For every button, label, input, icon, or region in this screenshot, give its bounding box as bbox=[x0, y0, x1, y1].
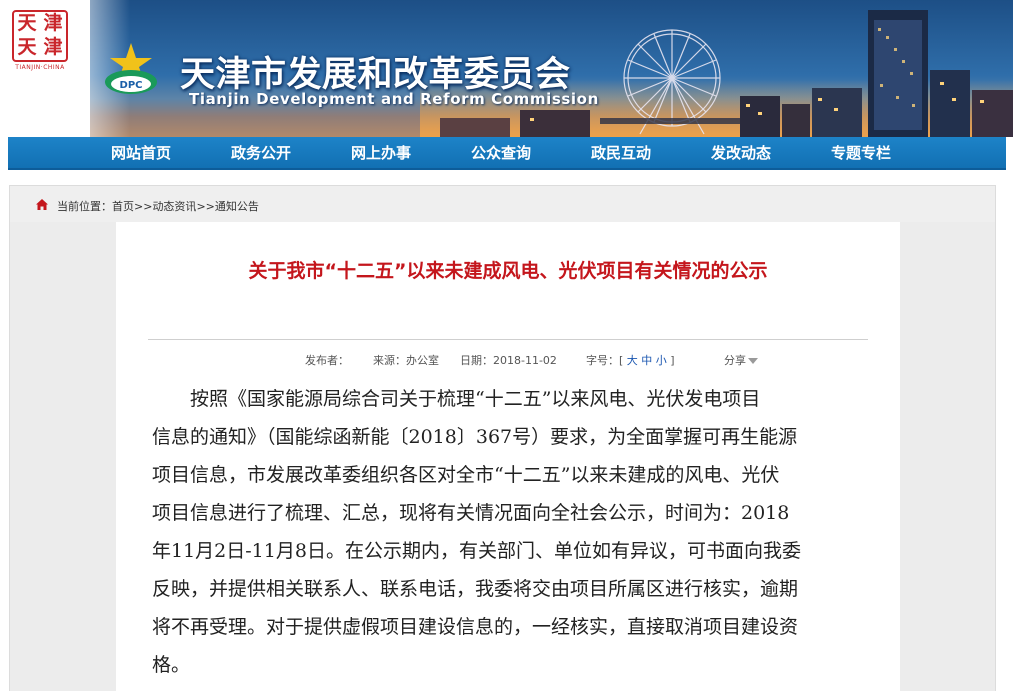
article-title: 关于我市“十二五”以来未建成风电、光伏项目有关情况的公示 bbox=[248, 260, 768, 282]
article-paragraph-line: 反映，并提供相关联系人、联系电话，我委将交由项目所属区进行核实，逾期 bbox=[152, 578, 799, 600]
nav-item-government-affairs[interactable]: 政务公开 bbox=[216, 137, 306, 170]
seal-caption: TIANJIN·CHINA bbox=[15, 64, 65, 71]
nav-item-public-query[interactable]: 公众查询 bbox=[456, 137, 546, 170]
breadcrumb: 当前位置：首页>>动态资讯>>通知公告 bbox=[57, 198, 259, 214]
article-paragraph-line: 将不再受理。对于提供虚假项目建设信息的，一经核实，直接取消项目建设资 bbox=[152, 616, 799, 638]
breadcrumb-home-link[interactable]: 首页 bbox=[112, 200, 134, 213]
article-paragraph-line: 项目信息进行了梳理、汇总，现将有关情况面向全社会公示，时间为：2018 bbox=[152, 502, 790, 524]
font-size-large-link[interactable]: 大 bbox=[627, 354, 638, 367]
nav-item-online-services[interactable]: 网上办事 bbox=[336, 137, 426, 170]
header-banner: 天 津 天 津 TIANJIN·CHINA DPC 天津市发展和改革委员会 Ti… bbox=[0, 0, 1013, 137]
breadcrumb-separator: >> bbox=[134, 200, 153, 213]
meta-publisher-label: 发布者： bbox=[305, 354, 349, 367]
main-nav: 网站首页 政务公开 网上办事 公众查询 政民互动 发改动态 专题专栏 bbox=[8, 137, 1006, 170]
share-button[interactable]: 分享 bbox=[724, 352, 758, 368]
article-body: 按照《国家能源局综合司关于梳理“十二五”以来风电、光伏发电项目 信息的通知》（国… bbox=[152, 380, 874, 684]
chevron-down-icon bbox=[748, 358, 758, 364]
svg-text:DPC: DPC bbox=[120, 80, 143, 91]
article-paragraph-line: 格。 bbox=[152, 654, 191, 676]
breadcrumb-current-link[interactable]: 通知公告 bbox=[215, 200, 259, 213]
nav-item-interaction[interactable]: 政民互动 bbox=[576, 137, 666, 170]
font-size-small-link[interactable]: 小 bbox=[656, 354, 667, 367]
article-paragraph-line: 按照《国家能源局综合司关于梳理“十二五”以来风电、光伏发电项目 bbox=[190, 388, 761, 410]
meta-date-value: 2018-11-02 bbox=[493, 354, 557, 367]
meta-date: 日期：2018-11-02 bbox=[460, 354, 557, 367]
breadcrumb-separator: >> bbox=[196, 200, 215, 213]
article-paragraph-line: 项目信息，市发展改革委组织各区对全市“十二五”以来未建成的风电、光伏 bbox=[152, 464, 780, 486]
dpc-emblem-icon: DPC bbox=[105, 43, 157, 94]
font-size-switcher: 字号：[ 大 中 小 ] bbox=[586, 354, 675, 367]
tianjin-seal-logo: 天 津 天 津 bbox=[12, 10, 68, 62]
nav-item-special-topics[interactable]: 专题专栏 bbox=[816, 137, 906, 170]
meta-source: 来源：办公室 bbox=[373, 354, 439, 367]
breadcrumb-section-link[interactable]: 动态资讯 bbox=[152, 200, 196, 213]
breadcrumb-prefix: 当前位置： bbox=[57, 200, 112, 213]
article-paragraph-line: 信息的通知》（国能综函新能〔2018〕367号）要求，为全面掌握可再生能源 bbox=[152, 426, 798, 448]
article-paragraph-line: 年11月2日-11月8日。在公示期内，有关部门、单位如有异议，可书面向我委 bbox=[152, 540, 801, 562]
title-divider bbox=[148, 339, 868, 340]
nav-item-home[interactable]: 网站首页 bbox=[96, 137, 186, 170]
meta-source-value: 办公室 bbox=[406, 354, 439, 367]
nav-item-news[interactable]: 发改动态 bbox=[696, 137, 786, 170]
home-icon bbox=[36, 199, 48, 210]
font-size-medium-link[interactable]: 中 bbox=[641, 354, 652, 367]
site-subtitle: Tianjin Development and Reform Commissio… bbox=[189, 90, 599, 108]
